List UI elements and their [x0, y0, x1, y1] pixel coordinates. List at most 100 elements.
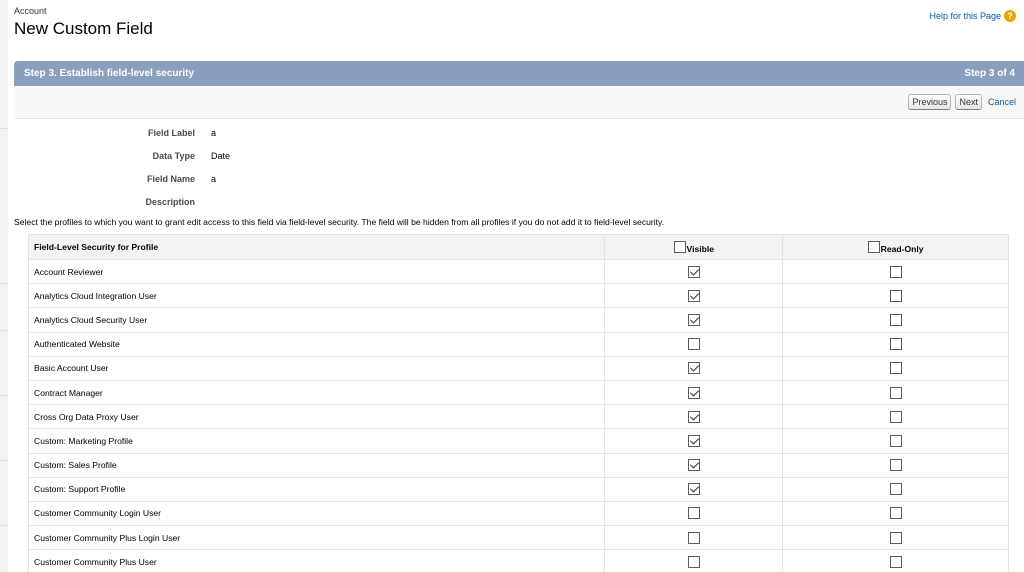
visible-checkbox[interactable]: [687, 531, 700, 544]
visible-cell: [604, 380, 784, 406]
read-only-checkbox[interactable]: [889, 265, 902, 278]
visible-checkbox[interactable]: [687, 313, 700, 326]
table-row: Analytics Cloud Integration User: [28, 283, 1009, 309]
table-row: Custom: Support Profile: [28, 477, 1009, 502]
column-header-read-only: Read-Only: [782, 234, 1009, 260]
visible-checkbox[interactable]: [687, 459, 700, 472]
read-only-cell: [782, 428, 1009, 454]
help-circle-icon[interactable]: ?: [1004, 10, 1016, 22]
visible-checkbox[interactable]: [687, 434, 700, 447]
read-only-checkbox[interactable]: [889, 483, 902, 496]
detail-label: Field Label: [147, 128, 195, 138]
left-sidebar-edge: [0, 0, 8, 572]
visible-checkbox[interactable]: [687, 362, 700, 375]
detail-value: a: [211, 174, 217, 184]
table-row: Customer Community Plus User: [28, 549, 1009, 572]
column-header-profile: Field-Level Security for Profile: [28, 234, 606, 260]
visible-cell: [604, 356, 784, 381]
read-only-checkbox[interactable]: [889, 289, 902, 302]
select-all-read-only-checkbox[interactable]: [867, 240, 880, 253]
visible-cell: [604, 453, 784, 478]
table-row: Contract Manager: [28, 380, 1009, 406]
table-row: Customer Community Plus Login User: [28, 525, 1009, 551]
step-header-bar: Step 3. Establish field-level security S…: [14, 61, 1024, 86]
detail-label: Data Type: [152, 151, 195, 161]
read-only-cell: [782, 380, 1009, 406]
detail-value: a: [211, 128, 217, 138]
help-link-label[interactable]: Help for this Page: [929, 11, 1001, 21]
table-row: Account Reviewer: [28, 259, 1009, 285]
detail-label: Field Name: [146, 174, 195, 184]
visible-checkbox[interactable]: [687, 410, 700, 423]
read-only-checkbox[interactable]: [889, 313, 902, 326]
read-only-cell: [782, 404, 1009, 430]
visible-cell: [604, 428, 784, 454]
read-only-cell: [782, 283, 1009, 309]
visible-cell: [604, 404, 784, 430]
sidebar-divider: [0, 283, 8, 284]
read-only-checkbox[interactable]: [889, 459, 902, 472]
read-only-cell: [782, 332, 1009, 357]
profile-name: Analytics Cloud Integration User: [28, 283, 606, 309]
table-row: Customer Community Login User: [28, 501, 1009, 527]
column-header-visible: Visible: [604, 234, 784, 260]
detail-label: Description: [145, 197, 195, 207]
read-only-checkbox[interactable]: [889, 507, 902, 520]
profile-name: Customer Community Plus Login User: [28, 525, 606, 551]
profile-name: Custom: Marketing Profile: [28, 428, 606, 454]
visible-checkbox[interactable]: [687, 386, 700, 399]
cancel-link[interactable]: Cancel: [988, 97, 1016, 107]
button-bar: Previous Next Cancel: [14, 86, 1024, 119]
read-only-checkbox[interactable]: [889, 362, 902, 375]
field-level-security-table: Field-Level Security for Profile Visible…: [28, 234, 1009, 572]
next-button[interactable]: Next: [955, 94, 982, 110]
column-header-visible-label: Visible: [686, 243, 715, 254]
visible-cell: [604, 477, 784, 502]
profile-name: Account Reviewer: [28, 259, 606, 285]
visible-cell: [604, 307, 784, 333]
table-body: Account Reviewer Analytics Cloud Integrat…: [28, 259, 1009, 572]
visible-checkbox[interactable]: [687, 265, 700, 278]
table-header-row: Field-Level Security for Profile Visible…: [28, 234, 1009, 260]
profile-name: Cross Org Data Proxy User: [28, 404, 606, 430]
table-row: Cross Org Data Proxy User: [28, 404, 1009, 430]
read-only-cell: [782, 356, 1009, 381]
visible-cell: [604, 283, 784, 309]
read-only-cell: [782, 501, 1009, 527]
select-all-visible-checkbox[interactable]: [673, 240, 686, 253]
visible-checkbox[interactable]: [687, 555, 700, 568]
read-only-cell: [782, 549, 1009, 572]
read-only-checkbox[interactable]: [889, 386, 902, 399]
table-row: Basic Account User: [28, 356, 1009, 381]
sidebar-divider: [0, 525, 8, 526]
instructions-text: Select the profiles to which you want to…: [14, 217, 665, 227]
visible-checkbox[interactable]: [687, 289, 700, 302]
table-row: Analytics Cloud Security User: [28, 307, 1009, 333]
profile-name: Custom: Sales Profile: [28, 453, 606, 478]
profile-name: Authenticated Website: [28, 332, 606, 357]
visible-checkbox[interactable]: [687, 338, 700, 351]
read-only-cell: [782, 477, 1009, 502]
read-only-checkbox[interactable]: [889, 410, 902, 423]
visible-checkbox[interactable]: [687, 483, 700, 496]
help-link[interactable]: Help for this Page ?: [929, 10, 1016, 22]
read-only-checkbox[interactable]: [889, 555, 902, 568]
read-only-cell: [782, 453, 1009, 478]
step-title: Step 3. Establish field-level security: [24, 68, 195, 79]
table-row: Authenticated Website: [28, 332, 1009, 357]
profile-name: Customer Community Plus User: [28, 549, 606, 572]
table-row: Custom: Marketing Profile: [28, 428, 1009, 454]
read-only-checkbox[interactable]: [889, 434, 902, 447]
previous-button[interactable]: Previous: [908, 94, 952, 110]
profile-name: Analytics Cloud Security User: [28, 307, 606, 333]
step-count: Step 3 of 4: [964, 68, 1015, 79]
detail-value: Date: [211, 151, 231, 161]
visible-checkbox[interactable]: [687, 507, 700, 520]
visible-cell: [604, 501, 784, 527]
profile-name: Customer Community Login User: [28, 501, 606, 527]
sidebar-divider: [0, 128, 8, 129]
visible-cell: [604, 332, 784, 357]
read-only-checkbox[interactable]: [889, 531, 902, 544]
read-only-checkbox[interactable]: [889, 338, 902, 351]
visible-cell: [604, 259, 784, 285]
